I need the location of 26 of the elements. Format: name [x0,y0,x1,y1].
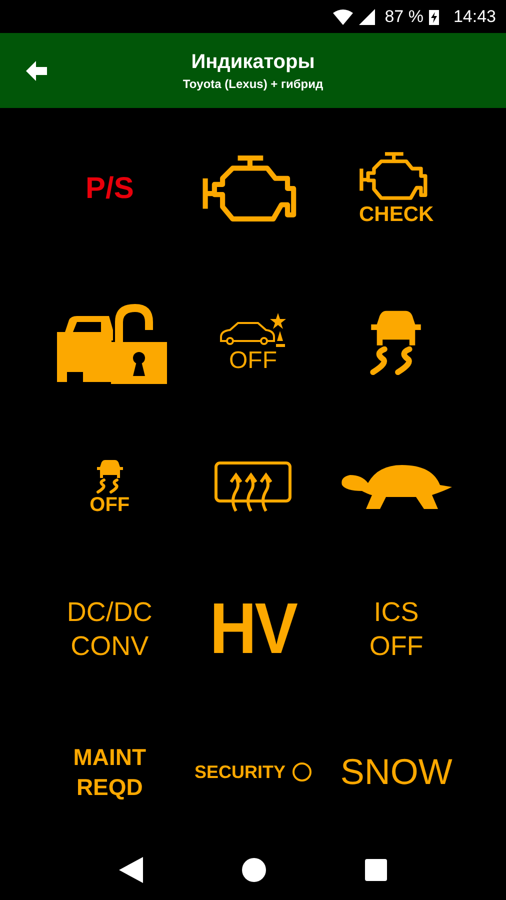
home-nav-icon[interactable] [242,858,266,882]
indicator-label: MAINT REQD [73,743,146,802]
indicator-label: SNOW [340,752,452,792]
screen-title: Индикаторы [191,50,315,74]
back-arrow-icon[interactable] [26,61,47,81]
indicator-label: SECURITY [194,761,286,784]
back-nav-icon[interactable] [119,857,144,883]
indicator-label: DC/DC CONV [66,596,152,664]
rear-defrost-icon [214,461,292,514]
clock: 14:43 [453,6,496,28]
indicator-caption: CHECK [358,202,434,227]
signal-icon [358,8,375,24]
battery-percent: 87 % [384,6,424,28]
indicator-caption: OFF [228,348,277,373]
car-sensor-icon [218,312,288,349]
wifi-icon [332,8,353,24]
indicator-caption: OFF [90,494,130,516]
skidding-car-icon [94,458,125,494]
recents-nav-icon[interactable] [364,859,387,881]
indicator-label: P/S [85,172,134,206]
turtle-icon [340,465,452,510]
indicator-label: ICS OFF [369,596,424,664]
circle-icon [292,762,312,782]
indicator-label: HV [210,591,296,668]
screen-subtitle: Toyota (Lexus) + гибрид [182,76,324,92]
battery-charging-icon [429,8,440,24]
